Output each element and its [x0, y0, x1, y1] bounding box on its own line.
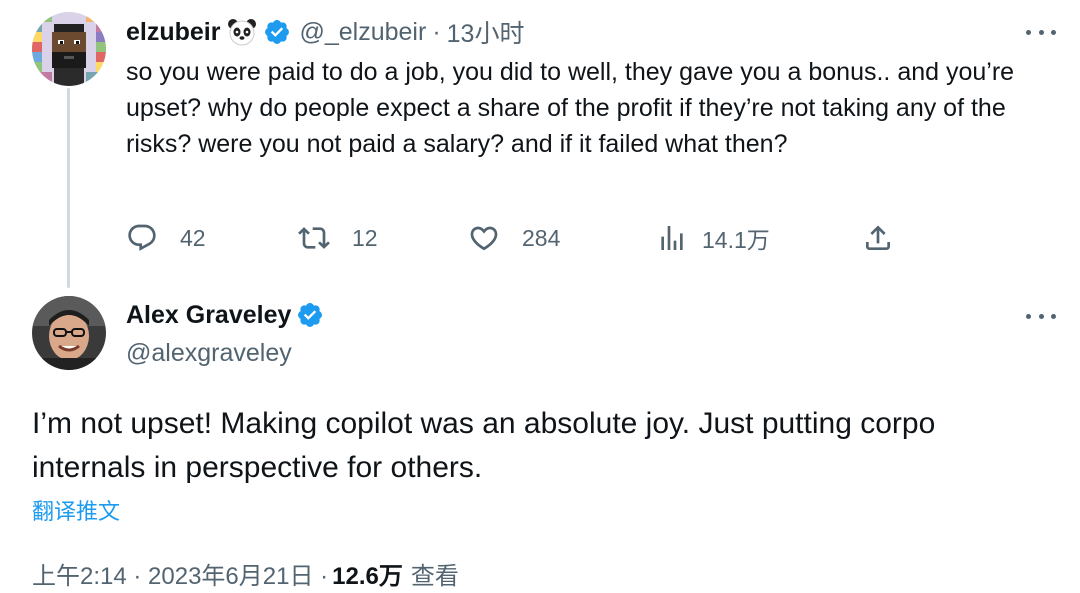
reply-count: 42 — [180, 224, 206, 251]
views-total: 12.6万 — [332, 563, 403, 590]
avatar-alexgraveley[interactable] — [32, 296, 106, 370]
author-handle[interactable]: @alexgraveley — [126, 336, 324, 370]
like-count: 284 — [522, 224, 561, 251]
tweet-action-bar: 42 12 284 14.1万 — [126, 218, 906, 258]
views-count: 14.1万 — [702, 227, 770, 253]
author-name[interactable]: elzubeir — [126, 18, 220, 47]
panda-icon — [226, 16, 258, 48]
post-time[interactable]: 13小时 — [447, 14, 525, 50]
retweet-button[interactable]: 12 — [298, 218, 378, 258]
verified-badge-icon[interactable] — [263, 18, 291, 46]
like-icon — [470, 226, 498, 251]
tweet-meta: 上午2:14 · 2023年6月21日 · 12.6万 查看 — [32, 556, 459, 591]
more-icon — [1026, 313, 1031, 319]
separator-dot: · — [432, 17, 441, 46]
more-icon — [1026, 29, 1031, 35]
verified-badge-icon[interactable] — [296, 301, 324, 329]
translate-tweet-link[interactable]: 翻译推文 — [32, 494, 120, 526]
author-handle[interactable]: @_elzubeir — [299, 18, 426, 47]
tweet2-header: Alex Graveley @alexgraveley — [126, 298, 324, 370]
share-icon — [866, 225, 890, 250]
avatar-elzubeir[interactable] — [32, 12, 106, 86]
pixel-avatar-image — [32, 12, 106, 86]
retweet-icon — [298, 227, 330, 249]
tweet1-text: so you were paid to do a job, you did to… — [126, 58, 1015, 158]
views-icon — [661, 226, 683, 250]
profile-photo-image — [32, 296, 106, 370]
like-button[interactable]: 284 — [468, 218, 560, 258]
views-button[interactable]: 14.1万 — [656, 218, 770, 258]
tweet2-text: I’m not upset! Making copilot was an abs… — [32, 407, 936, 484]
thread-connector-line — [67, 88, 70, 288]
share-button[interactable] — [862, 218, 894, 258]
author-name[interactable]: Alex Graveley — [126, 301, 291, 330]
more-options-button[interactable] — [1026, 24, 1056, 40]
reply-button[interactable]: 42 — [126, 218, 206, 258]
more-options-button[interactable] — [1026, 308, 1056, 324]
tweet1-header: elzubeir @_elzubeir · 13小时 — [126, 12, 524, 52]
reply-icon — [128, 224, 156, 251]
post-timestamp[interactable]: 上午2:14 · 2023年6月21日 · — [32, 556, 328, 591]
retweet-count: 12 — [352, 224, 378, 251]
views-label: 查看 — [410, 563, 459, 590]
